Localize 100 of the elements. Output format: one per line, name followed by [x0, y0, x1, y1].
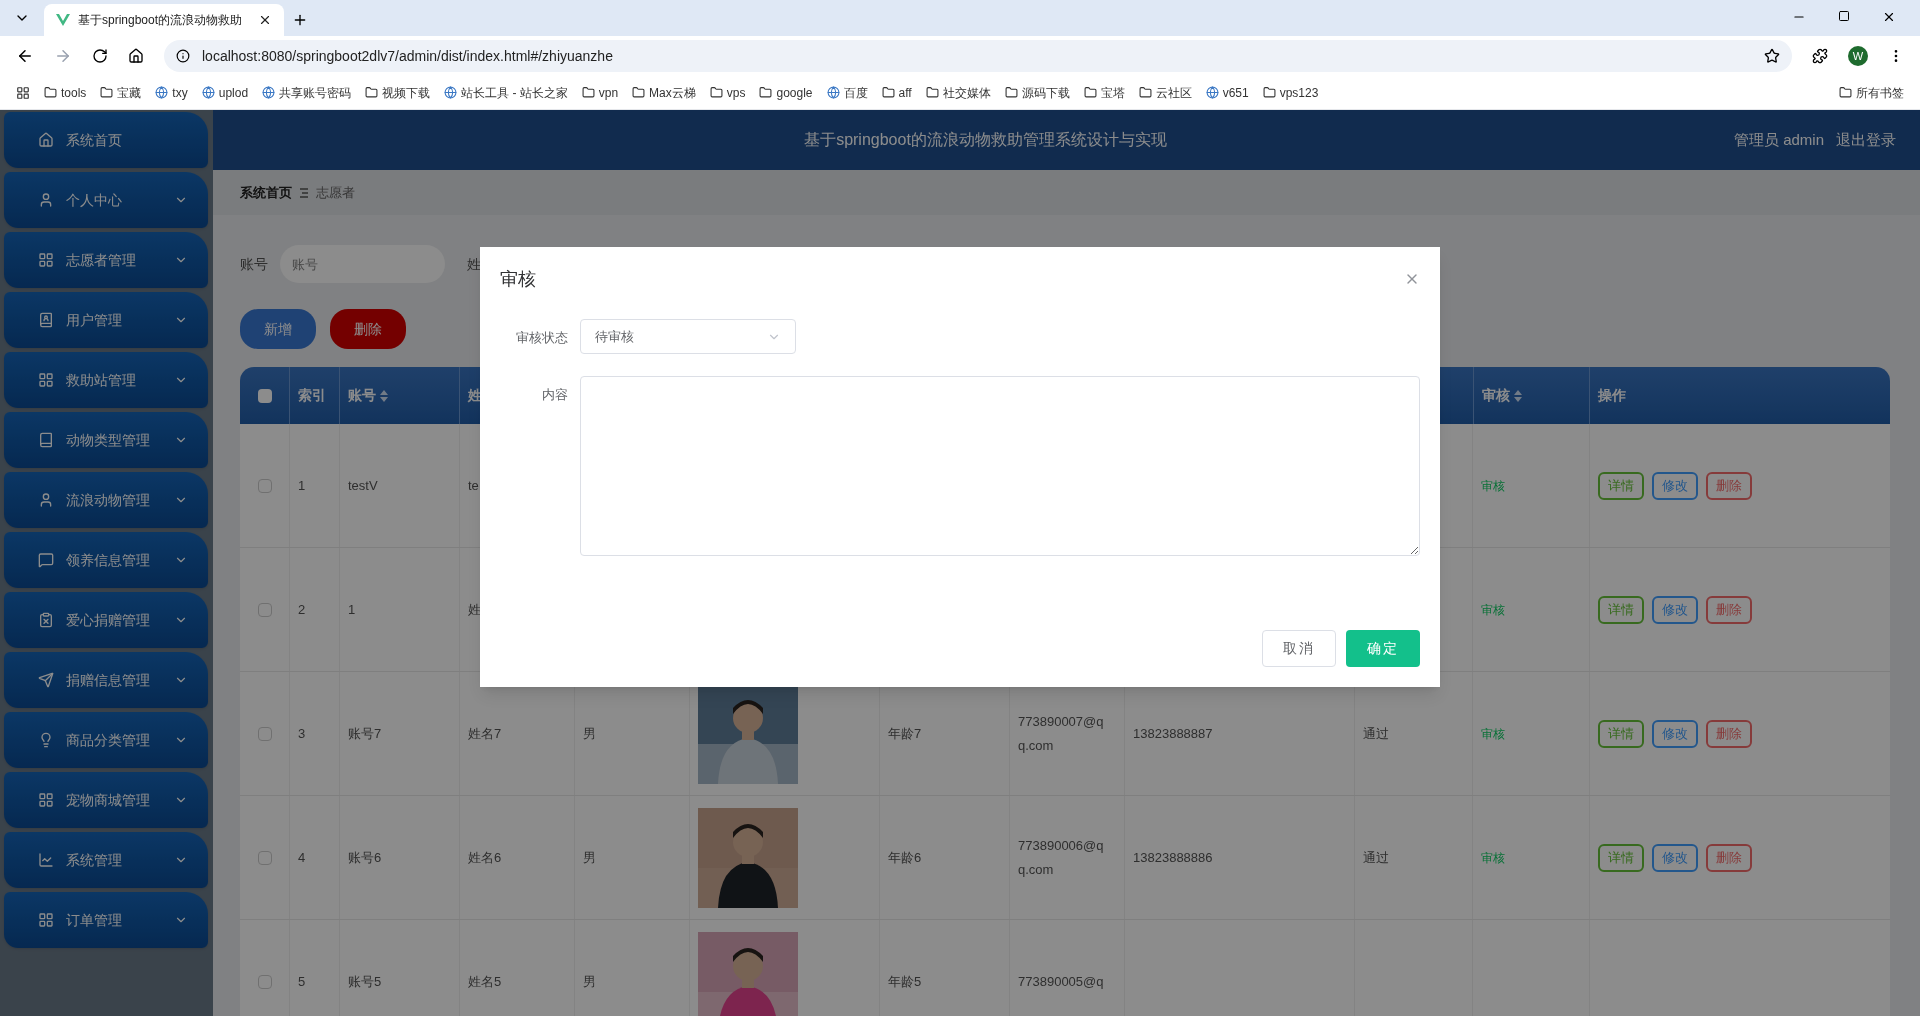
row-checkbox[interactable] — [257, 850, 272, 865]
table-cell-text: 13823888886 — [1133, 848, 1213, 867]
new-tab-icon[interactable] — [292, 12, 308, 28]
bookmark[interactable]: 站长工具 - 站长之家 — [444, 83, 568, 102]
row-checkbox[interactable] — [257, 726, 272, 741]
close-tab-icon[interactable] — [258, 13, 272, 27]
bookmark[interactable]: txy — [155, 83, 188, 102]
system-title: 基于springboot的流浪动物救助管理系统设计与实现 — [804, 130, 1167, 150]
table-cell-text: te — [468, 476, 479, 495]
sidebar-item[interactable]: 个人中心 — [4, 172, 208, 228]
sidebar-item[interactable]: 志愿者管理 — [4, 232, 208, 288]
bookmark[interactable]: vps123 — [1262, 83, 1319, 102]
bookmark[interactable]: 源码下载 — [1004, 83, 1070, 102]
bookmark[interactable]: google — [759, 83, 813, 102]
table-cell-text: 男 — [583, 724, 596, 743]
select-all-checkbox[interactable] — [257, 388, 272, 403]
sort-icon[interactable] — [380, 389, 388, 402]
sidebar-item[interactable]: 捐赠信息管理 — [4, 652, 208, 708]
book-icon — [38, 432, 54, 448]
column-header: 索引 — [298, 386, 326, 405]
bookmark[interactable]: v651 — [1205, 83, 1249, 102]
site-icon — [444, 86, 458, 99]
breadcrumb-item[interactable]: 系统首页 — [240, 182, 292, 203]
grid-icon — [38, 792, 54, 808]
bookmark[interactable]: vps — [709, 83, 746, 102]
browser-tab[interactable]: 基于springboot的流浪动物救助 — [44, 4, 284, 36]
bookmark[interactable]: uplod — [201, 83, 249, 102]
sidebar-item[interactable]: 商品分类管理 — [4, 712, 208, 768]
table-cell-text: 年龄7 — [888, 724, 922, 743]
table-cell-text: 年龄5 — [888, 972, 922, 991]
sidebar-item[interactable]: 系统管理 — [4, 832, 208, 888]
delete-button[interactable]: 删除 — [1706, 719, 1752, 748]
sidebar-item[interactable]: 系统首页 — [4, 112, 208, 168]
table-cell-text: 1 — [348, 600, 356, 619]
bookmark[interactable]: 云社区 — [1138, 83, 1192, 102]
edit-button[interactable]: 修改 — [1652, 843, 1698, 872]
table-cell-text: 账号7 — [348, 724, 382, 743]
delete-button[interactable]: 删除 — [330, 309, 406, 349]
confirm-button[interactable]: 确定 — [1346, 630, 1420, 667]
separator-icon — [300, 187, 308, 198]
row-checkbox[interactable] — [257, 478, 272, 493]
delete-button[interactable]: 删除 — [1706, 843, 1752, 872]
folder-icon — [100, 86, 114, 99]
edit-button[interactable]: 修改 — [1652, 595, 1698, 624]
sidebar-item[interactable]: 订单管理 — [4, 892, 208, 948]
all-bookmarks[interactable]: 所有书签 — [1839, 83, 1904, 102]
form-label: 内容 — [541, 386, 568, 404]
address-bar[interactable]: localhost:8080/springboot2dlv7/admin/dist/index.html#/zhiyuanzhe — [164, 40, 1792, 72]
bookmark[interactable]: 百度 — [826, 83, 868, 102]
reload-icon[interactable] — [92, 48, 108, 64]
sidebar-item[interactable]: 动物类型管理 — [4, 412, 208, 468]
table-cell-text: testV — [348, 476, 378, 495]
sort-icon[interactable] — [1514, 389, 1522, 402]
apps-icon[interactable] — [16, 85, 30, 100]
delete-button[interactable]: 删除 — [1706, 595, 1752, 624]
bookmark[interactable]: vpn — [581, 83, 619, 102]
bookmark[interactable]: 宝藏 — [100, 83, 142, 102]
column-header[interactable]: 审核 — [1482, 385, 1510, 406]
bookmark[interactable]: 宝塔 — [1083, 83, 1125, 102]
bookmark[interactable]: 视频下载 — [365, 83, 431, 102]
sidebar-item[interactable]: 用户管理 — [4, 292, 208, 348]
bookmark[interactable]: Max云梯 — [632, 83, 696, 102]
bookmark[interactable]: aff — [881, 83, 912, 102]
table-cell-text: 姓名6 — [468, 848, 502, 867]
sidebar-item[interactable]: 领养信息管理 — [4, 532, 208, 588]
content-field[interactable] — [580, 376, 1420, 556]
sidebar-item[interactable]: 救助站管理 — [4, 352, 208, 408]
tab-title: 基于springboot的流浪动物救助 — [78, 12, 244, 29]
close-window-icon[interactable] — [1882, 10, 1896, 24]
account-search-field[interactable]: 账号 — [280, 245, 445, 283]
maximize-icon[interactable] — [1838, 10, 1850, 22]
grid-icon — [38, 252, 54, 268]
home-icon[interactable] — [128, 48, 144, 64]
back-icon[interactable] — [16, 47, 34, 65]
logout-link[interactable]: 退出登录 — [1836, 128, 1896, 152]
bookmark-star-icon[interactable] — [1764, 48, 1780, 64]
delete-button[interactable]: 删除 — [1706, 471, 1752, 500]
status-select[interactable]: 待审核 — [580, 319, 796, 354]
sidebar-item[interactable]: 宠物商城管理 — [4, 772, 208, 828]
edit-button[interactable]: 修改 — [1652, 471, 1698, 500]
grid-icon — [38, 912, 54, 928]
bookmark[interactable]: tools — [44, 83, 87, 102]
folder-icon — [759, 86, 773, 99]
column-header[interactable]: 账号 — [348, 385, 376, 406]
bookmark[interactable]: 社交媒体 — [925, 83, 991, 102]
grid-icon — [38, 372, 54, 388]
edit-button[interactable]: 修改 — [1652, 719, 1698, 748]
sidebar-item[interactable]: 流浪动物管理 — [4, 472, 208, 528]
add-button[interactable]: 新增 — [240, 309, 316, 349]
row-checkbox[interactable] — [257, 602, 272, 617]
table-cell-text: 账号5 — [348, 972, 382, 991]
bookmark[interactable]: 共享账号密码 — [262, 83, 352, 102]
cancel-button[interactable]: 取消 — [1262, 630, 1336, 667]
profile-avatar[interactable]: W — [1848, 46, 1868, 66]
site-info-icon[interactable] — [176, 49, 190, 63]
extensions-icon[interactable] — [1812, 48, 1828, 64]
forward-icon[interactable] — [54, 47, 72, 65]
folder-icon — [44, 86, 57, 99]
sidebar-item[interactable]: 爱心捐赠管理 — [4, 592, 208, 648]
row-checkbox[interactable] — [257, 974, 272, 989]
